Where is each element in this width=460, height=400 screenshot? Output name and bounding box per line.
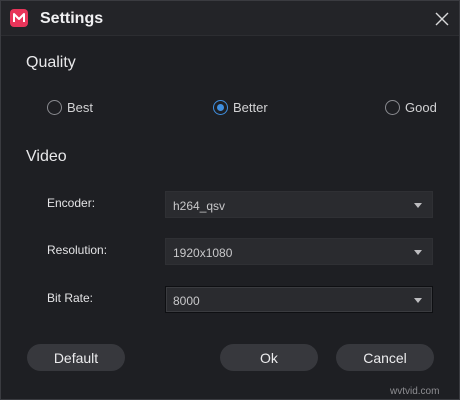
resolution-select[interactable]: 1920x1080 xyxy=(165,238,433,265)
radio-better[interactable]: Better xyxy=(213,98,268,116)
encoder-label: Encoder: xyxy=(47,196,96,210)
radio-best-label: Best xyxy=(67,99,94,115)
radio-circle xyxy=(47,99,62,115)
radio-circle xyxy=(385,99,400,115)
app-logo-icon xyxy=(9,8,29,28)
chevron-down-icon xyxy=(414,203,422,208)
watermark: wvtvid.com xyxy=(390,386,440,397)
bitrate-value: 8000 xyxy=(173,294,200,308)
radio-better-label: Better xyxy=(233,99,268,115)
title-bar: Settings xyxy=(1,1,459,36)
radio-best[interactable]: Best xyxy=(47,98,93,116)
encoder-select[interactable]: h264_qsv xyxy=(165,191,433,218)
close-icon[interactable] xyxy=(433,10,451,28)
radio-good-label: Good xyxy=(405,99,437,115)
resolution-value: 1920x1080 xyxy=(173,246,233,260)
cancel-button[interactable]: Cancel xyxy=(336,344,434,371)
window-title: Settings xyxy=(40,10,104,27)
resolution-label: Resolution: xyxy=(47,243,108,257)
encoder-value: h264_qsv xyxy=(173,199,226,213)
default-button[interactable]: Default xyxy=(27,344,125,371)
video-heading: Video xyxy=(26,148,67,165)
settings-dialog: Settings Quality Best Better Good Video … xyxy=(0,0,460,400)
radio-good[interactable]: Good xyxy=(385,98,437,116)
radio-circle-selected xyxy=(213,99,228,115)
chevron-down-icon xyxy=(414,298,422,303)
chevron-down-icon xyxy=(414,250,422,255)
bitrate-select[interactable]: 8000 xyxy=(165,286,433,313)
bitrate-label: Bit Rate: xyxy=(47,291,94,305)
quality-heading: Quality xyxy=(26,54,76,71)
ok-button[interactable]: Ok xyxy=(220,344,318,371)
